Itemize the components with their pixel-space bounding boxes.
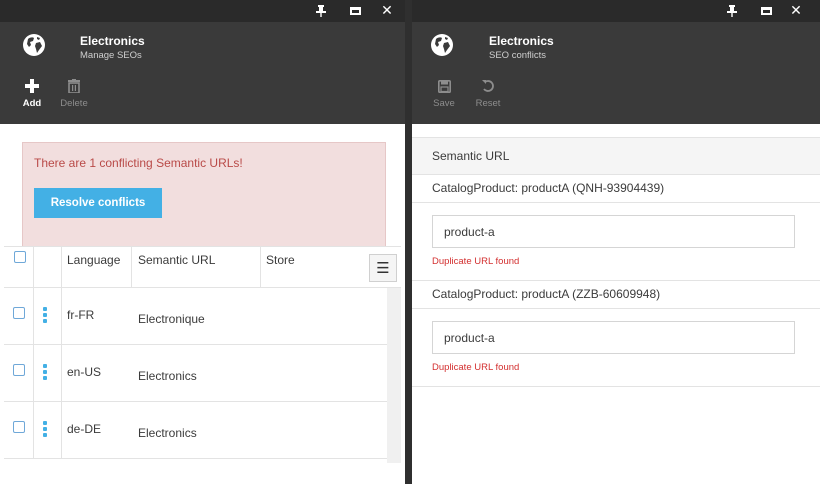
seo-conflicts-blade: ✕ Electronics SEO conflicts Save Reset S… <box>412 0 820 484</box>
conflict-title: CatalogProduct: productA (ZZB-60609948) <box>432 287 661 301</box>
reset-button[interactable]: Reset <box>468 76 508 109</box>
window-bar: ✕ <box>412 0 820 22</box>
blade-toolbar: Save Reset <box>412 72 820 124</box>
column-header-store[interactable]: Store <box>266 253 295 267</box>
column-separator <box>61 247 62 287</box>
kebab-menu-icon[interactable] <box>43 307 47 325</box>
blade-subtitle: Manage SEOs <box>80 50 142 61</box>
blade-toolbar: Add Delete <box>0 72 405 124</box>
save-button[interactable]: Save <box>424 76 464 109</box>
globe-icon <box>431 34 453 56</box>
column-separator <box>61 402 62 458</box>
column-separator <box>131 247 132 287</box>
kebab-menu-icon[interactable] <box>43 364 47 382</box>
save-label: Save <box>433 98 455 109</box>
conflict-item: CatalogProduct: productA (QNH-93904439) … <box>412 175 820 281</box>
hamburger-menu-icon: ☰ <box>376 259 390 277</box>
pin-icon[interactable] <box>314 3 328 19</box>
blade-subtitle: SEO conflicts <box>489 50 547 61</box>
grid-scrollbar[interactable] <box>387 288 401 463</box>
duplicate-url-error: Duplicate URL found <box>432 256 520 267</box>
globe-icon <box>23 34 45 56</box>
conflict-separator <box>412 308 820 309</box>
plus-icon <box>12 76 52 96</box>
table-row[interactable]: fr-FR Electronique <box>4 288 401 345</box>
blade-header: Electronics SEO conflicts <box>412 22 820 72</box>
window-bar: ✕ <box>0 0 405 22</box>
delete-button[interactable]: Delete <box>54 76 94 109</box>
blade-header: Electronics Manage SEOs <box>0 22 405 72</box>
close-icon[interactable]: ✕ <box>789 3 803 19</box>
add-label: Add <box>22 98 42 109</box>
reset-label: Reset <box>475 98 501 109</box>
undo-icon <box>468 76 508 96</box>
grid-menu-button[interactable]: ☰ <box>369 254 397 282</box>
language-cell: de-DE <box>67 422 102 436</box>
manage-seos-blade: ✕ Electronics Manage SEOs Add Delete The… <box>0 0 405 484</box>
save-icon <box>424 76 464 96</box>
column-header-language[interactable]: Language <box>67 253 120 267</box>
blade-content: There are 1 conflicting Semantic URLs! R… <box>0 124 405 484</box>
trash-icon <box>54 76 94 96</box>
semantic-url-cell: Electronics <box>138 369 197 383</box>
column-separator <box>61 345 62 401</box>
blade-title: Electronics <box>489 34 554 48</box>
column-separator <box>33 288 34 344</box>
conflict-item: CatalogProduct: productA (ZZB-60609948) … <box>412 281 820 387</box>
semantic-url-input[interactable] <box>432 215 795 248</box>
semantic-url-cell: Electronics <box>138 426 197 440</box>
add-button[interactable]: Add <box>12 76 52 109</box>
duplicate-url-error: Duplicate URL found <box>432 362 520 373</box>
blade-divider <box>405 0 412 484</box>
table-row[interactable]: en-US Electronics <box>4 345 401 402</box>
pin-icon[interactable] <box>725 3 739 19</box>
column-separator <box>61 288 62 344</box>
section-header: Semantic URL <box>412 138 820 175</box>
column-separator <box>33 247 34 287</box>
row-checkbox[interactable] <box>13 307 25 319</box>
grid-header: Language Semantic URL Store ☰ <box>4 246 401 288</box>
blade-title: Electronics <box>80 34 145 48</box>
row-checkbox[interactable] <box>13 364 25 376</box>
row-checkbox[interactable] <box>13 421 25 433</box>
column-separator <box>33 402 34 458</box>
select-all-checkbox[interactable] <box>14 251 26 263</box>
column-separator <box>33 345 34 401</box>
conflict-title: CatalogProduct: productA (QNH-93904439) <box>432 181 665 195</box>
maximize-icon[interactable] <box>759 3 773 19</box>
table-row[interactable]: de-DE Electronics <box>4 402 401 459</box>
semantic-url-input[interactable] <box>432 321 795 354</box>
close-icon[interactable]: ✕ <box>380 3 394 19</box>
language-cell: fr-FR <box>67 308 95 322</box>
maximize-icon[interactable] <box>348 3 362 19</box>
alert-message: There are 1 conflicting Semantic URLs! <box>34 156 243 170</box>
conflict-alert: There are 1 conflicting Semantic URLs! R… <box>22 142 386 254</box>
conflict-separator <box>412 202 820 203</box>
app-window: ✕ Electronics Manage SEOs Add Delete The… <box>0 0 820 484</box>
seo-grid: Language Semantic URL Store ☰ fr-FR Elec… <box>4 246 401 463</box>
semantic-url-cell: Electronique <box>138 312 205 326</box>
blade-content: Semantic URL CatalogProduct: productA (Q… <box>412 124 820 484</box>
content-top-spacer <box>412 124 820 138</box>
language-cell: en-US <box>67 365 102 379</box>
delete-label: Delete <box>60 98 88 109</box>
column-separator <box>260 247 261 287</box>
resolve-conflicts-button[interactable]: Resolve conflicts <box>34 188 162 218</box>
column-header-semantic-url[interactable]: Semantic URL <box>138 253 215 267</box>
kebab-menu-icon[interactable] <box>43 421 47 439</box>
